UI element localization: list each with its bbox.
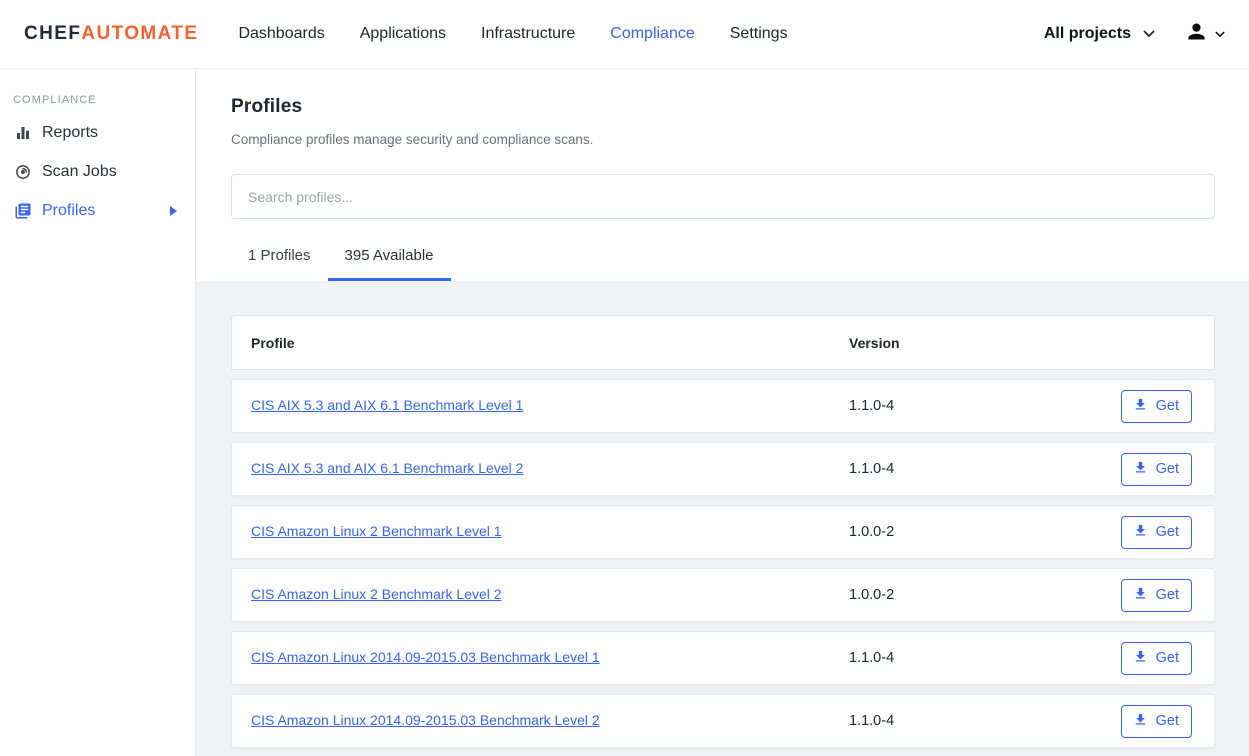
- table-row: CIS Amazon Linux 2014.09-2015.03 Benchma…: [231, 631, 1215, 685]
- nav-item-compliance[interactable]: Compliance: [610, 25, 694, 43]
- top-navigation: CHEFAUTOMATE Dashboards Applications Inf…: [0, 0, 1249, 69]
- sidebar-item-scan-jobs[interactable]: Scan Jobs: [12, 155, 183, 189]
- sidebar-item-reports[interactable]: Reports: [12, 116, 183, 150]
- expand-arrow-icon[interactable]: [170, 206, 177, 216]
- page-header: Profiles Compliance profiles manage secu…: [196, 69, 1249, 281]
- get-profile-button[interactable]: Get: [1121, 516, 1192, 549]
- profile-version: 1.1.0-4: [849, 650, 894, 666]
- download-icon: [1133, 586, 1148, 605]
- table-row: CIS AIX 5.3 and AIX 6.1 Benchmark Level …: [231, 442, 1215, 496]
- download-icon: [1133, 712, 1148, 731]
- profile-link[interactable]: CIS AIX 5.3 and AIX 6.1 Benchmark Level …: [251, 460, 523, 476]
- get-button-label: Get: [1156, 398, 1179, 414]
- profile-link[interactable]: CIS Amazon Linux 2 Benchmark Level 2: [251, 586, 502, 602]
- profile-version: 1.0.0-2: [849, 524, 894, 540]
- profile-link[interactable]: CIS AIX 5.3 and AIX 6.1 Benchmark Level …: [251, 397, 523, 413]
- get-profile-button[interactable]: Get: [1121, 390, 1192, 423]
- get-button-label: Get: [1156, 713, 1179, 729]
- sidebar-section-heading: COMPLIANCE: [13, 94, 183, 106]
- nav-item-dashboards[interactable]: Dashboards: [238, 25, 324, 43]
- library-icon: [14, 202, 32, 220]
- nav-right-controls: All projects: [1044, 20, 1225, 48]
- user-avatar-icon: [1185, 20, 1208, 48]
- profile-link[interactable]: CIS Amazon Linux 2 Benchmark Level 1: [251, 523, 502, 539]
- tab-available-profiles[interactable]: 395 Available: [328, 232, 451, 281]
- tab-my-profiles[interactable]: 1 Profiles: [231, 232, 328, 281]
- user-menu[interactable]: [1185, 20, 1225, 48]
- radar-icon: [14, 163, 32, 181]
- get-profile-button[interactable]: Get: [1121, 453, 1192, 486]
- table-row: CIS Amazon Linux 2 Benchmark Level 1 1.0…: [231, 505, 1215, 559]
- download-icon: [1133, 460, 1148, 479]
- sidebar-item-label: Scan Jobs: [42, 163, 117, 181]
- table-row: CIS Amazon Linux 2014.09-2015.03 Benchma…: [231, 694, 1215, 748]
- bar-chart-icon: [14, 124, 32, 142]
- profile-version: 1.1.0-4: [849, 461, 894, 477]
- logo-chef-text: CHEF: [24, 23, 81, 45]
- sidebar-item-label: Profiles: [42, 202, 95, 220]
- page-description: Compliance profiles manage security and …: [231, 132, 1215, 147]
- table-rows-container: CIS AIX 5.3 and AIX 6.1 Benchmark Level …: [231, 379, 1215, 748]
- chevron-down-icon: [1143, 25, 1155, 43]
- sidebar-item-label: Reports: [42, 124, 98, 142]
- profiles-tabs: 1 Profiles 395 Available: [231, 232, 1215, 281]
- profile-version: 1.0.0-2: [849, 587, 894, 603]
- search-input[interactable]: [231, 174, 1215, 219]
- table-header-row: Profile Version: [231, 315, 1215, 370]
- chef-automate-app: CHEFAUTOMATE Dashboards Applications Inf…: [0, 0, 1249, 756]
- sidebar-item-profiles[interactable]: Profiles: [12, 194, 183, 228]
- compliance-sidebar: COMPLIANCE Reports Scan Jobs: [0, 69, 196, 756]
- projects-filter-dropdown[interactable]: All projects: [1044, 25, 1155, 43]
- nav-item-infrastructure[interactable]: Infrastructure: [481, 25, 575, 43]
- get-button-label: Get: [1156, 587, 1179, 603]
- get-profile-button[interactable]: Get: [1121, 579, 1192, 612]
- profile-version: 1.1.0-4: [849, 398, 894, 414]
- main-content: Profiles Compliance profiles manage secu…: [196, 69, 1249, 756]
- column-header-profile: Profile: [251, 335, 849, 351]
- table-row: CIS Amazon Linux 2 Benchmark Level 2 1.0…: [231, 568, 1215, 622]
- download-icon: [1133, 523, 1148, 542]
- profile-link[interactable]: CIS Amazon Linux 2014.09-2015.03 Benchma…: [251, 649, 600, 665]
- chef-automate-logo[interactable]: CHEFAUTOMATE: [24, 23, 198, 45]
- nav-item-applications[interactable]: Applications: [360, 25, 446, 43]
- download-icon: [1133, 397, 1148, 416]
- primary-nav: Dashboards Applications Infrastructure C…: [238, 25, 787, 43]
- get-button-label: Get: [1156, 524, 1179, 540]
- get-button-label: Get: [1156, 650, 1179, 666]
- profiles-table-area: Profile Version CIS AIX 5.3 and AIX 6.1 …: [196, 281, 1249, 756]
- get-button-label: Get: [1156, 461, 1179, 477]
- page-title: Profiles: [231, 96, 1215, 118]
- logo-automate-text: AUTOMATE: [81, 23, 198, 45]
- table-row: CIS AIX 5.3 and AIX 6.1 Benchmark Level …: [231, 379, 1215, 433]
- app-shell: COMPLIANCE Reports Scan Jobs: [0, 69, 1249, 756]
- projects-filter-label: All projects: [1044, 25, 1131, 43]
- profile-version: 1.1.0-4: [849, 713, 894, 729]
- get-profile-button[interactable]: Get: [1121, 642, 1192, 675]
- get-profile-button[interactable]: Get: [1121, 705, 1192, 738]
- profile-link[interactable]: CIS Amazon Linux 2014.09-2015.03 Benchma…: [251, 712, 600, 728]
- download-icon: [1133, 649, 1148, 668]
- chevron-down-icon: [1215, 25, 1225, 43]
- nav-item-settings[interactable]: Settings: [730, 25, 788, 43]
- column-header-version: Version: [849, 335, 1130, 351]
